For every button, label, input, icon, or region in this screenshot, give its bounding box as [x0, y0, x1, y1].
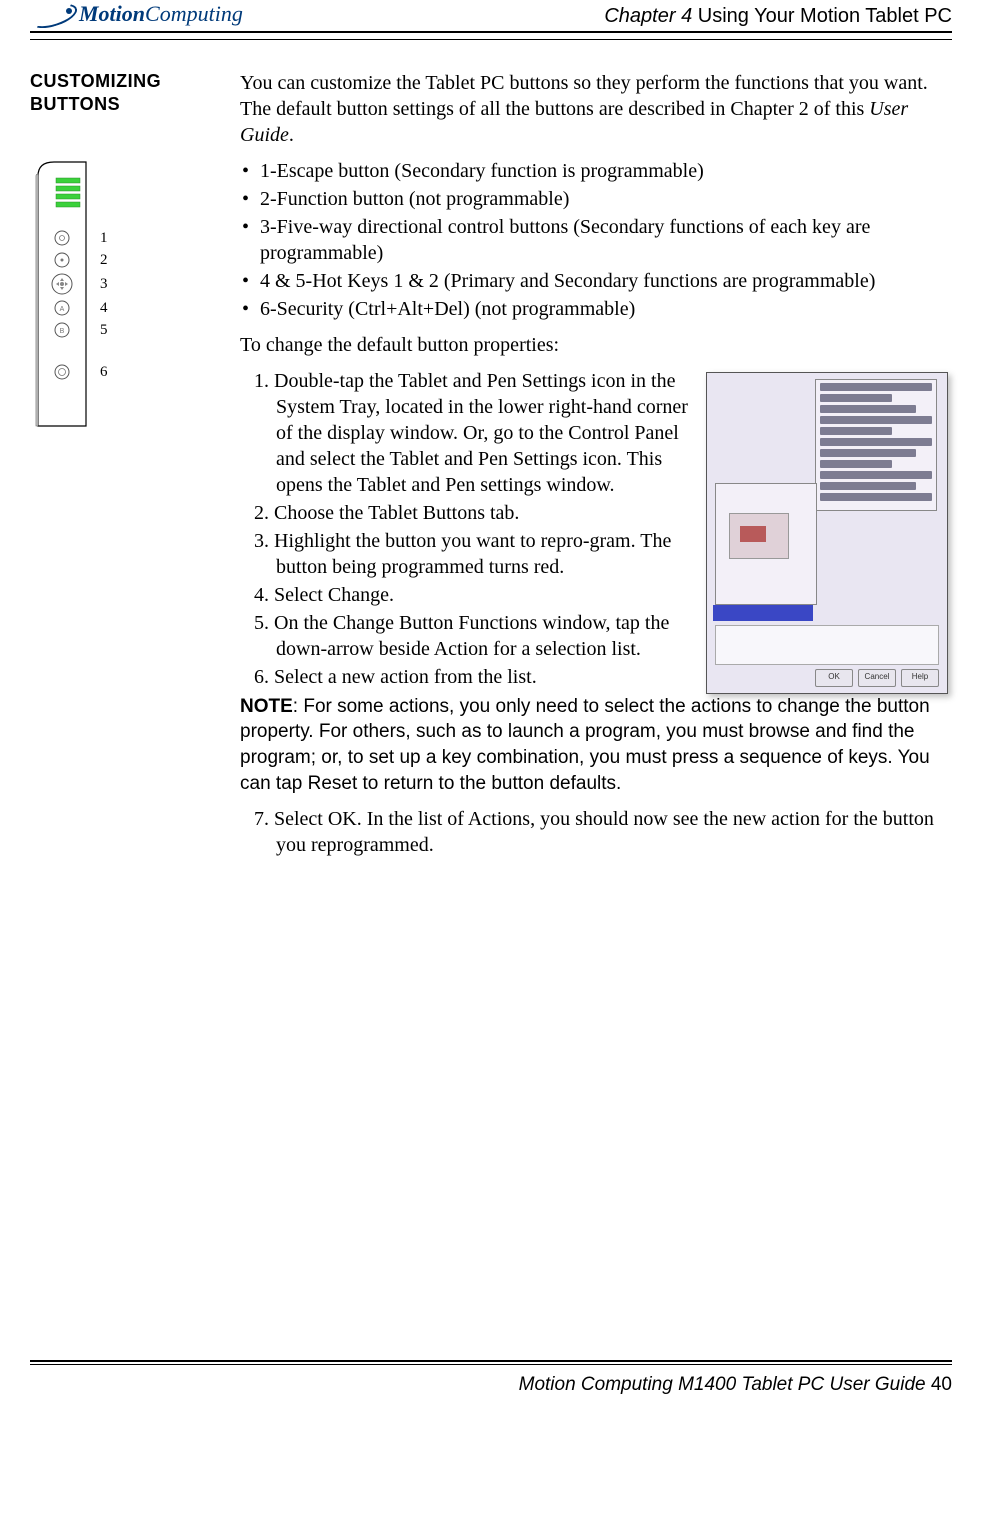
ss-bottom-panel-icon: [715, 625, 939, 665]
ss-highlight-icon: [713, 605, 813, 621]
step-7: 7. Select OK. In the list of Actions, yo…: [254, 806, 948, 858]
step-3: 3. Highlight the button you want to repr…: [254, 528, 692, 580]
page-header: MotionComputing Chapter 4 Using Your Mot…: [30, 0, 952, 33]
brand-logo: MotionComputing: [30, 0, 243, 29]
ss-thumbnail-icon: [729, 513, 789, 559]
diagram-label-5: 5: [100, 322, 108, 338]
step-4: 4. Select Change.: [254, 582, 692, 608]
chapter-label: Chapter 4: [604, 5, 692, 27]
settings-dialog-screenshot: OK Cancel Help: [706, 372, 948, 694]
diagram-label-4: 4: [100, 300, 108, 316]
page-number: 40: [926, 1374, 952, 1395]
change-intro: To change the default button properties:: [240, 332, 948, 358]
svg-text:B: B: [60, 328, 65, 335]
note-label: NOTE: [240, 696, 293, 717]
step-5: 5. On the Change Button Functions window…: [254, 610, 692, 662]
diagram-label-2: 2: [100, 252, 108, 268]
chapter-title: Using Your Motion Tablet PC: [692, 5, 952, 27]
bullet-item: 2-Function button (not programmable): [240, 186, 948, 212]
ss-help-button: Help: [901, 669, 939, 687]
intro-text-1: You can customize the Tablet PC buttons …: [240, 72, 928, 120]
bullet-item: 4 & 5-Hot Keys 1 & 2 (Primary and Second…: [240, 268, 948, 294]
tablet-side-diagram-icon: A B 1 2 3 4 5 6: [30, 156, 170, 436]
ss-cancel-button: Cancel: [858, 669, 896, 687]
logo-swoosh-icon: [30, 2, 75, 26]
bullet-item: 1-Escape button (Secondary function is p…: [240, 158, 948, 184]
bullet-item: 6-Security (Ctrl+Alt+Del) (not programma…: [240, 296, 948, 322]
step-6: 6. Select a new action from the list.: [254, 664, 692, 690]
ss-panel-icon: [815, 379, 937, 511]
diagram-label-1: 1: [100, 230, 108, 246]
section-heading: CUSTOMIZING BUTTONS: [30, 70, 240, 117]
note-body: : For some actions, you only need to sel…: [240, 696, 930, 794]
button-diagram: A B 1 2 3 4 5 6: [30, 156, 240, 443]
diagram-label-3: 3: [100, 276, 108, 292]
intro-period: .: [289, 124, 294, 146]
header-rule: [30, 39, 952, 40]
step-2: 2. Choose the Tablet Buttons tab.: [254, 500, 692, 526]
intro-paragraph: You can customize the Tablet PC buttons …: [240, 70, 948, 148]
diagram-label-6: 6: [100, 364, 108, 380]
bullet-item: 3-Five-way directional control buttons (…: [240, 214, 948, 266]
chapter-header: Chapter 4 Using Your Motion Tablet PC: [604, 3, 952, 29]
footer: Motion Computing M1400 Tablet PC User Gu…: [30, 1373, 952, 1398]
logo-part2: Computing: [145, 1, 243, 26]
note-paragraph: NOTE: For some actions, you only need to…: [240, 694, 948, 797]
footer-title: Motion Computing M1400 Tablet PC User Gu…: [519, 1374, 926, 1395]
footer-rule-thin: [30, 1364, 952, 1365]
svg-text:A: A: [60, 306, 65, 313]
steps-list: 1. Double-tap the Tablet and Pen Setting…: [240, 368, 692, 692]
footer-rule-thick: [30, 1360, 952, 1362]
ss-ok-button: OK: [815, 669, 853, 687]
button-list: 1-Escape button (Secondary function is p…: [240, 158, 948, 322]
step-1: 1. Double-tap the Tablet and Pen Setting…: [254, 368, 692, 498]
logo-part1: Motion: [79, 1, 145, 26]
